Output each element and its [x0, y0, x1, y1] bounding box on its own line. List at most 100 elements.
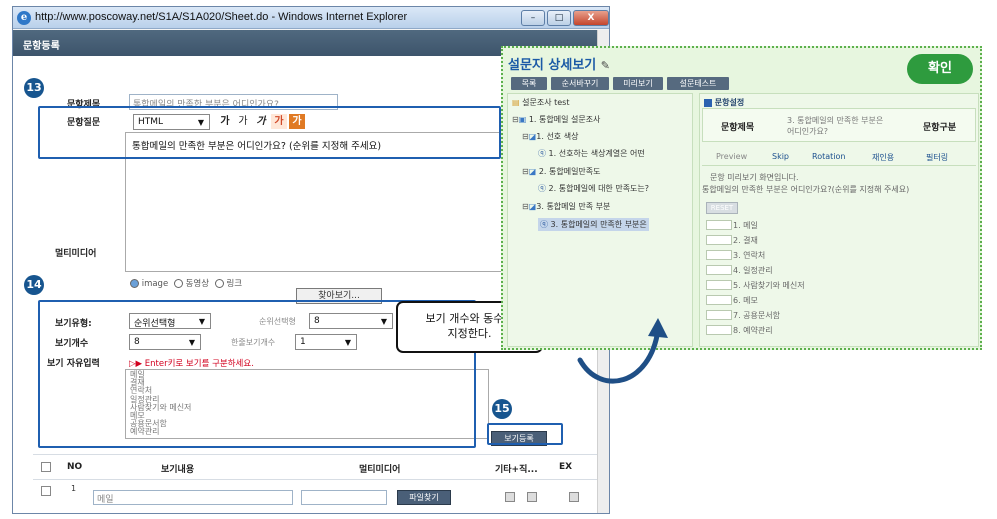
- settings-title: 문항설정: [714, 98, 745, 107]
- tree-item-q1-label: 1. 선호하는 색상계열은 어떤: [548, 149, 645, 158]
- tree-item-q2[interactable]: ⓠ 2. 통합메일에 대한 만족도는?: [538, 183, 649, 194]
- collapse-icon: ⊟: [522, 202, 529, 211]
- radio-video-icon[interactable]: [173, 279, 183, 288]
- tab-requote[interactable]: 재인용: [872, 152, 894, 163]
- option-8: 8. 예약관리: [733, 326, 773, 335]
- close-button[interactable]: X: [573, 10, 609, 26]
- settings-title-value: 3. 통합메일의 만족한 부분은 어디인가요?: [787, 116, 884, 136]
- tree-item-q3-selected[interactable]: ⓠ 3. 통합메일의 만족한 부분은: [538, 218, 649, 231]
- question-icon: ⓠ: [538, 149, 546, 158]
- file-browse-button[interactable]: 파일찾기: [397, 490, 451, 505]
- detail-title-text: 설문지 상세보기: [508, 58, 597, 73]
- survey-detail-panel: 설문지 상세보기 ✎ 확인 목록 순서바꾸기 미리보기 설문테스트 ▤ 설문조사…: [501, 46, 982, 350]
- col-no: NO: [67, 462, 83, 472]
- collapse-icon: ⊟: [512, 115, 519, 124]
- tree-item-q2-label: 2. 통합메일에 대한 만족도는?: [548, 184, 650, 193]
- tab-preview-inner[interactable]: Preview: [716, 152, 747, 161]
- step-badge-13: 13: [24, 78, 44, 98]
- tab-preview[interactable]: 미리보기: [613, 77, 663, 90]
- tree-item-satisfaction[interactable]: ⊟◪ 2. 통합메일만족도: [522, 166, 601, 177]
- tab-rotation[interactable]: Rotation: [812, 152, 845, 161]
- tree-item-q3-label: 3. 통합메일의 만족한 부분은: [550, 220, 647, 229]
- radio-link-icon[interactable]: [214, 279, 224, 288]
- tree-item-survey[interactable]: ⊟▣ 1. 통합메일 설문조사: [512, 114, 600, 125]
- tree-item-color[interactable]: ⊟◪1. 선호 색상: [522, 131, 578, 142]
- settings-header: 문항설정: [704, 97, 744, 108]
- rank-input-6[interactable]: [706, 295, 732, 305]
- select-all-checkbox[interactable]: [41, 462, 51, 472]
- tab-survey-test[interactable]: 설문테스트: [667, 77, 729, 90]
- tree-item-survey-label: 1. 통합메일 설문조사: [528, 115, 601, 124]
- edit-pencil-icon: ✎: [600, 59, 610, 72]
- rank-input-4[interactable]: [706, 265, 732, 275]
- rank-input-5[interactable]: [706, 280, 732, 290]
- option-1: 1. 메일: [733, 221, 758, 230]
- media-option-video: 동영상: [185, 279, 210, 289]
- row-content-input[interactable]: 메일: [93, 490, 293, 505]
- settings-panel: 문항설정 문항제목 3. 통합메일의 만족한 부분은 어디인가요? 문항구분 P…: [699, 93, 979, 347]
- tree-item-q1[interactable]: ⓠ 1. 선호하는 색상계열은 어떤: [538, 148, 645, 159]
- table-header-divider: [33, 479, 597, 480]
- etc-checkbox[interactable]: [505, 492, 515, 502]
- settings-type-label: 문항구분: [923, 123, 957, 133]
- page-title: 문항등록: [23, 41, 60, 52]
- option-5: 5. 사람찾기와 메신저: [733, 281, 805, 290]
- rank-input-7[interactable]: [706, 310, 732, 320]
- folder-icon: ▤: [512, 98, 520, 107]
- question-highlight-box: [38, 106, 501, 159]
- tab-filter[interactable]: 필터링: [926, 152, 948, 163]
- detail-title: 설문지 상세보기 ✎: [508, 54, 610, 73]
- preview-note: 문항 미리보기 화면입니다.: [710, 173, 799, 182]
- tab-list[interactable]: 목록: [511, 77, 547, 90]
- multimedia-label: 멀티미디어: [55, 249, 97, 259]
- tree-root[interactable]: ▤ 설문조사 test: [512, 97, 569, 108]
- settings-title-label: 문항제목: [721, 123, 755, 133]
- tree-item-satisfied-parts[interactable]: ⊟◪3. 통합메일 만족 부분: [522, 201, 610, 212]
- col-content: 보기내용: [161, 465, 195, 475]
- tree-item-color-label: 1. 선호 색상: [536, 132, 579, 141]
- table-row: 1 메일 파일찾기: [33, 481, 597, 511]
- col-multimedia: 멀티미디어: [359, 465, 401, 475]
- settings-icon: [704, 98, 712, 107]
- radio-image-icon[interactable]: [130, 279, 139, 288]
- preview-question: 통합메일의 만족한 부분은 어디인가요?(순위를 지정해 주세요): [702, 185, 910, 194]
- settings-row: 문항제목 3. 통합메일의 만족한 부분은 어디인가요? 문항구분: [702, 108, 976, 142]
- minimize-button[interactable]: –: [521, 10, 545, 26]
- reset-button[interactable]: RESET: [706, 202, 738, 214]
- maximize-button[interactable]: □: [547, 10, 571, 26]
- row-checkbox[interactable]: [41, 486, 51, 496]
- option-4: 4. 일정관리: [733, 266, 773, 275]
- option-3: 3. 연락처: [733, 251, 766, 260]
- row-file-input[interactable]: [301, 490, 387, 505]
- rank-input-8[interactable]: [706, 325, 732, 335]
- tree-item-satisfied-parts-label: 3. 통합메일 만족 부분: [536, 202, 611, 211]
- confirm-button[interactable]: 확인: [907, 54, 973, 84]
- rank-input-2[interactable]: [706, 235, 732, 245]
- preview-tab-bar: Preview Skip Rotation 재인용 필터링: [702, 150, 976, 166]
- collapse-icon: ⊟: [522, 167, 529, 176]
- media-option-link: 링크: [226, 279, 243, 289]
- media-option-image: image: [141, 279, 169, 289]
- register-highlight-box: [487, 423, 563, 445]
- option-2: 2. 결재: [733, 236, 758, 245]
- col-etc: 기타+직...: [495, 465, 538, 475]
- ex-checkbox[interactable]: [569, 492, 579, 502]
- etc-checkbox-2[interactable]: [527, 492, 537, 502]
- option-6: 6. 메모: [733, 296, 758, 305]
- step-badge-14: 14: [24, 275, 44, 295]
- tree-item-satisfaction-label: 2. 통합메일만족도: [538, 167, 601, 176]
- tab-reorder[interactable]: 순서바꾸기: [551, 77, 609, 90]
- rank-input-3[interactable]: [706, 250, 732, 260]
- step-badge-15: 15: [492, 399, 512, 419]
- browser-title: http://www.poscoway.net/S1A/S1A020/Sheet…: [35, 11, 408, 23]
- tree-root-label: 설문조사 test: [522, 98, 570, 107]
- question-tree: ▤ 설문조사 test ⊟▣ 1. 통합메일 설문조사 ⊟◪1. 선호 색상 ⓠ…: [507, 93, 693, 347]
- rank-input-1[interactable]: [706, 220, 732, 230]
- ie-logo-icon: e: [17, 11, 31, 25]
- curved-arrow-icon: [577, 318, 668, 384]
- doc-icon: ▣: [518, 115, 527, 124]
- option-7: 7. 공용문서함: [733, 311, 780, 320]
- col-ex: EX: [559, 462, 573, 472]
- question-icon: ⓠ: [540, 220, 548, 229]
- tab-skip[interactable]: Skip: [772, 152, 789, 161]
